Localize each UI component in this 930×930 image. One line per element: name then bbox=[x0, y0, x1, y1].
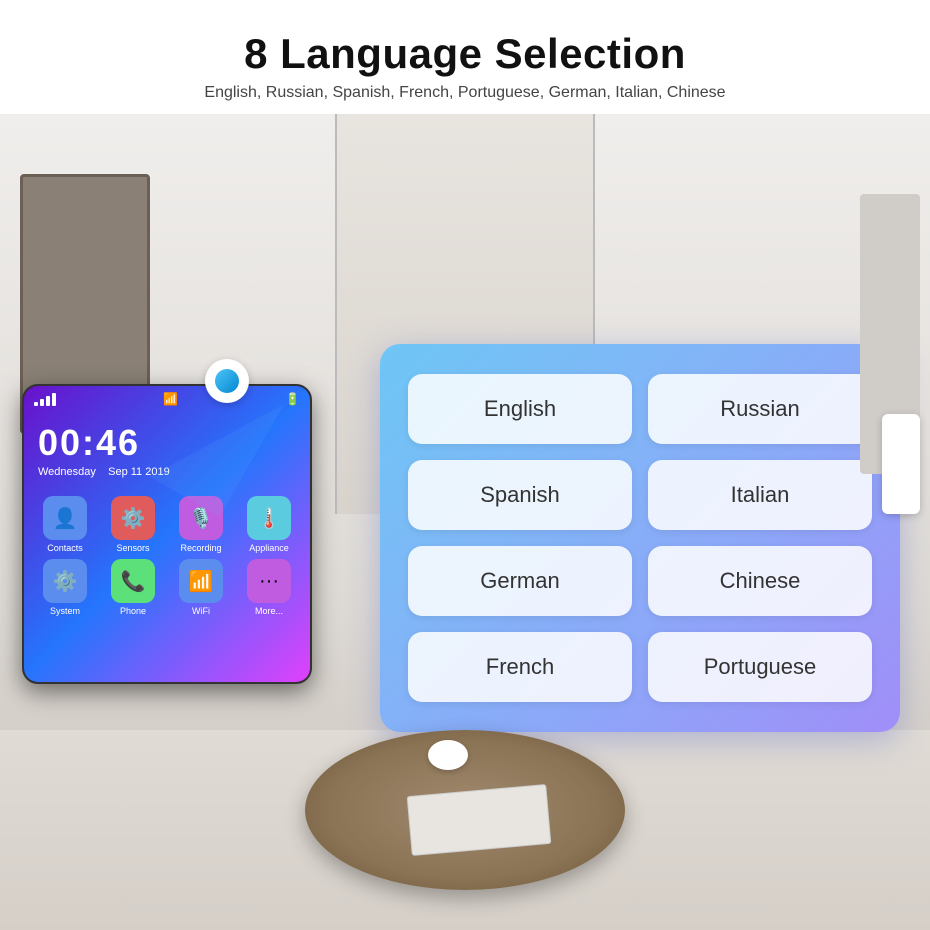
page-title: 8 Language Selection bbox=[20, 30, 910, 78]
app-phone[interactable]: 📞 Phone bbox=[102, 559, 164, 616]
language-button-russian[interactable]: Russian bbox=[648, 374, 872, 444]
signal-bar-1 bbox=[34, 402, 38, 406]
contacts-icon: 👤 bbox=[43, 496, 87, 540]
phone-label: Phone bbox=[120, 606, 146, 616]
language-button-english[interactable]: English bbox=[408, 374, 632, 444]
language-button-spanish[interactable]: Spanish bbox=[408, 460, 632, 530]
recording-label: Recording bbox=[180, 543, 221, 553]
language-button-portuguese[interactable]: Portuguese bbox=[648, 632, 872, 702]
app-appliance[interactable]: 🌡️ Appliance bbox=[238, 496, 300, 553]
signal-bar-2 bbox=[40, 399, 44, 406]
more-label: More... bbox=[255, 606, 283, 616]
book-on-table bbox=[407, 784, 552, 856]
app-system[interactable]: ⚙️ System bbox=[34, 559, 96, 616]
app-wifi[interactable]: 📶 WiFi bbox=[170, 559, 232, 616]
page-wrapper: 8 Language Selection English, Russian, S… bbox=[0, 0, 930, 930]
language-grid: English Russian Spanish Italian German C… bbox=[408, 374, 872, 702]
panel-day: Wednesday bbox=[38, 466, 96, 478]
signal-icon bbox=[34, 393, 56, 406]
sensors-label: Sensors bbox=[116, 543, 149, 553]
panel-apps-grid: 👤 Contacts ⚙️ Sensors 🎙️ Recording 🌡️ Ap… bbox=[24, 488, 310, 624]
appliance-icon: 🌡️ bbox=[247, 496, 291, 540]
appliance-label: Appliance bbox=[249, 543, 289, 553]
app-more[interactable]: ··· More... bbox=[238, 559, 300, 616]
intercom-device bbox=[882, 414, 920, 514]
language-selection-panel: English Russian Spanish Italian German C… bbox=[380, 344, 900, 732]
header: 8 Language Selection English, Russian, S… bbox=[0, 0, 930, 114]
contacts-label: Contacts bbox=[47, 543, 83, 553]
language-button-italian[interactable]: Italian bbox=[648, 460, 872, 530]
system-label: System bbox=[50, 606, 80, 616]
sensors-icon: ⚙️ bbox=[111, 496, 155, 540]
wifi-icon: 📶 bbox=[163, 392, 178, 406]
wifi-label: WiFi bbox=[192, 606, 210, 616]
app-sensors[interactable]: ⚙️ Sensors bbox=[102, 496, 164, 553]
app-contacts[interactable]: 👤 Contacts bbox=[34, 496, 96, 553]
page-subtitle: English, Russian, Spanish, French, Portu… bbox=[20, 84, 910, 102]
wifi-app-icon: 📶 bbox=[179, 559, 223, 603]
cup-on-table bbox=[428, 740, 468, 770]
language-button-chinese[interactable]: Chinese bbox=[648, 546, 872, 616]
more-icon: ··· bbox=[247, 559, 291, 603]
language-button-german[interactable]: German bbox=[408, 546, 632, 616]
phone-icon: 📞 bbox=[111, 559, 155, 603]
signal-bar-3 bbox=[46, 396, 50, 406]
battery-icon: 🔋 bbox=[285, 392, 300, 406]
signal-bar-4 bbox=[52, 393, 56, 406]
system-icon: ⚙️ bbox=[43, 559, 87, 603]
scene: 📶 🔋 00:46 Wednesday Sep 11 2019 👤 Contac… bbox=[0, 114, 930, 930]
language-button-french[interactable]: French bbox=[408, 632, 632, 702]
